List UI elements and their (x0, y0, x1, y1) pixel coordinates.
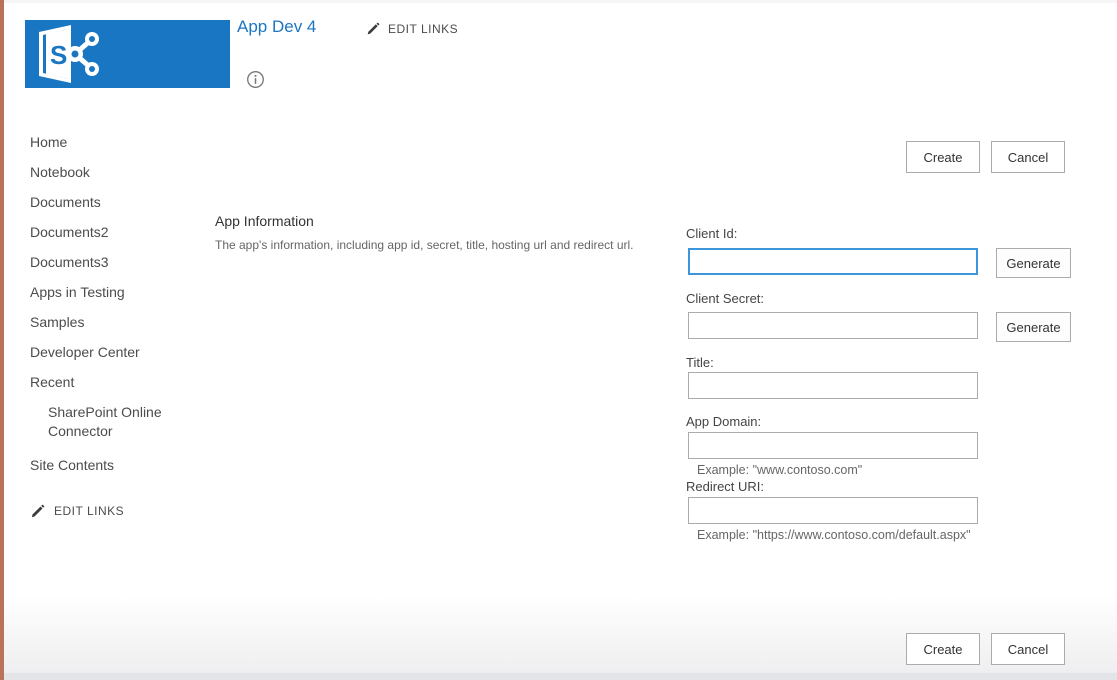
sidebar-item-documents2[interactable]: Documents2 (30, 223, 190, 253)
sharepoint-logo[interactable]: S (25, 20, 230, 88)
section-description: The app's information, including app id,… (215, 238, 635, 252)
app-domain-input[interactable] (688, 432, 978, 459)
sidebar-item-apps-in-testing[interactable]: Apps in Testing (30, 283, 190, 313)
footer-edge-strip (4, 673, 1117, 680)
left-edge-strip (0, 0, 4, 680)
section-title: App Information (215, 213, 314, 229)
site-title[interactable]: App Dev 4 (237, 17, 316, 37)
client-id-label: Client Id: (686, 226, 737, 241)
app-domain-label: App Domain: (686, 414, 761, 429)
sidebar-item-sharepoint-online-connector[interactable]: SharePoint Online Connector (30, 403, 180, 455)
client-secret-input[interactable] (688, 312, 978, 339)
sidebar-nav: Home Notebook Documents Documents2 Docum… (30, 133, 190, 519)
info-icon[interactable] (246, 70, 265, 89)
edit-pencil-icon (30, 503, 46, 519)
sidebar-item-home[interactable]: Home (30, 133, 190, 163)
cancel-button-top[interactable]: Cancel (991, 141, 1065, 173)
title-label: Title: (686, 355, 714, 370)
sidebar-item-samples[interactable]: Samples (30, 313, 190, 343)
sidebar-item-recent[interactable]: Recent (30, 373, 190, 403)
sidebar-item-site-contents[interactable]: Site Contents (30, 456, 190, 486)
sidebar-item-documents3[interactable]: Documents3 (30, 253, 190, 283)
svg-text:S: S (50, 40, 67, 70)
sidebar-item-developer-center[interactable]: Developer Center (30, 343, 190, 373)
sharepoint-logo-icon: S (25, 20, 230, 88)
title-input[interactable] (688, 372, 978, 399)
redirect-uri-example: Example: "https://www.contoso.com/defaul… (697, 528, 971, 542)
edit-links-top[interactable]: EDIT LINKS (366, 21, 458, 36)
sidebar-item-documents[interactable]: Documents (30, 193, 190, 223)
client-id-input[interactable] (688, 248, 978, 275)
generate-client-id-button[interactable]: Generate (996, 248, 1071, 278)
generate-client-secret-button[interactable]: Generate (996, 312, 1071, 342)
client-secret-label: Client Secret: (686, 291, 764, 306)
sidebar-item-notebook[interactable]: Notebook (30, 163, 190, 193)
sidebar-edit-links[interactable]: EDIT LINKS (30, 503, 190, 519)
app-domain-example: Example: "www.contoso.com" (697, 463, 862, 477)
create-button-bottom[interactable]: Create (906, 633, 980, 665)
edit-links-top-label: EDIT LINKS (388, 22, 458, 36)
edit-pencil-icon (366, 21, 381, 36)
cancel-button-bottom[interactable]: Cancel (991, 633, 1065, 665)
create-button-top[interactable]: Create (906, 141, 980, 173)
sharepoint-register-app-page: S App Dev 4 EDIT LINKS Home (0, 0, 1117, 680)
top-edge-strip (0, 0, 1117, 3)
redirect-uri-label: Redirect URI: (686, 479, 764, 494)
redirect-uri-input[interactable] (688, 497, 978, 524)
sidebar-edit-links-label: EDIT LINKS (54, 504, 124, 518)
